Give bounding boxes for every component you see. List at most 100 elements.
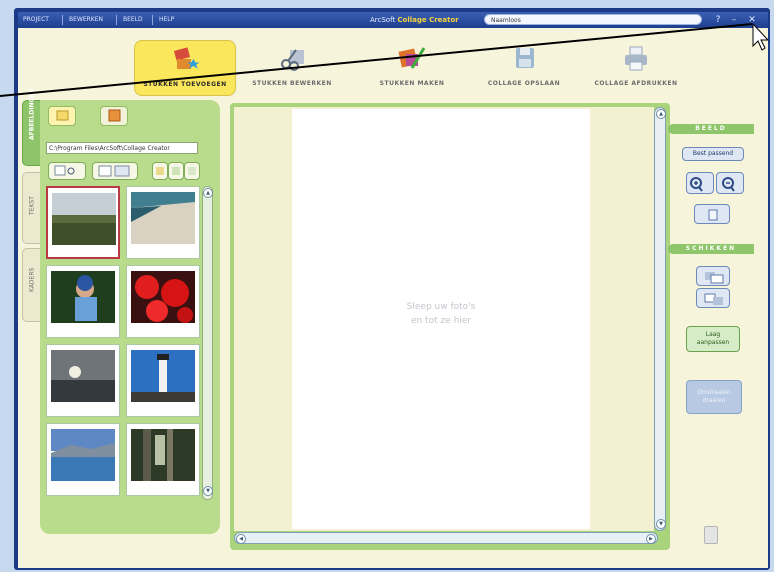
mountain-lake-photo bbox=[51, 429, 115, 481]
zoom-out-icon bbox=[722, 177, 735, 192]
tool-label: COLLAGE OPSLAAN bbox=[487, 80, 561, 87]
grid-medium-icon bbox=[172, 167, 180, 175]
menu-project[interactable]: PROJECT bbox=[20, 14, 52, 26]
scroll-up-arrow[interactable]: ▲ bbox=[656, 109, 666, 119]
actual-size-icon bbox=[708, 209, 718, 221]
app-title-product: Collage Creator bbox=[397, 16, 459, 24]
thumbnail[interactable] bbox=[126, 344, 200, 417]
title-bar: PROJECT BEWERKEN BEELD HELP ArcSoft Coll… bbox=[18, 12, 768, 28]
drop-hint-line: Sleep uw foto's bbox=[406, 302, 476, 312]
medium-thumbnails-button[interactable] bbox=[168, 162, 184, 180]
edit-pieces-icon bbox=[281, 49, 304, 71]
grid-small-icon bbox=[188, 167, 196, 175]
scroll-left-arrow[interactable]: ◀ bbox=[236, 534, 246, 544]
forest-photo bbox=[131, 429, 195, 481]
grid-large-icon bbox=[156, 167, 164, 175]
menu-help[interactable]: HELP bbox=[156, 14, 177, 26]
drop-hint-line: en tot ze hier bbox=[410, 316, 472, 326]
child-photo bbox=[51, 271, 115, 323]
thumbnail-scrollbar[interactable]: ▲ ▼ bbox=[202, 186, 213, 500]
thumbnail[interactable] bbox=[46, 344, 120, 417]
save-collage-icon bbox=[516, 48, 534, 68]
large-thumbnails-button[interactable] bbox=[152, 162, 168, 180]
thumbnail[interactable] bbox=[46, 265, 120, 338]
tool-add-pieces[interactable]: STUKKEN TOEVOEGEN bbox=[134, 40, 236, 96]
app-title-brand: ArcSoft bbox=[370, 16, 396, 24]
thumbnail[interactable] bbox=[126, 265, 200, 338]
zoom-buttons bbox=[686, 172, 714, 194]
tab-kaders[interactable]: KADERS bbox=[22, 248, 42, 322]
flip-rotate-button[interactable]: Omdraaien draaien bbox=[686, 380, 742, 414]
folder-icon bbox=[56, 110, 69, 121]
tool-label: STUKKEN TOEVOEGEN bbox=[143, 81, 227, 88]
album-icon bbox=[108, 109, 121, 122]
lighthouse-photo bbox=[131, 350, 195, 402]
menu-beeld[interactable]: BEELD bbox=[120, 14, 146, 26]
flip-rotate-label-1: Omdraaien bbox=[697, 389, 731, 396]
canvas-vertical-scrollbar[interactable]: ▲ ▼ bbox=[654, 107, 666, 531]
zoom-in-icon[interactable] bbox=[687, 173, 715, 195]
scroll-right-arrow[interactable]: ▶ bbox=[646, 534, 656, 544]
browse-button[interactable] bbox=[48, 162, 86, 180]
thumbnail-grid bbox=[46, 186, 200, 498]
image-browser-panel: C:\Program Files\ArcSoft\Collage Creator bbox=[40, 100, 220, 534]
tool-make-pieces[interactable]: STUKKEN MAKEN bbox=[362, 40, 462, 94]
zoom-out-button[interactable] bbox=[716, 172, 744, 194]
scroll-down-arrow[interactable]: ▼ bbox=[203, 486, 213, 496]
send-backward-icon bbox=[704, 293, 723, 305]
menu-bewerken[interactable]: BEWERKEN bbox=[66, 14, 106, 26]
print-collage-icon bbox=[625, 46, 647, 71]
adjust-layer-label-1: Laag bbox=[705, 331, 721, 338]
project-name-field[interactable]: Naamloos bbox=[484, 14, 702, 25]
thumbnail[interactable] bbox=[126, 186, 200, 259]
send-backward-button[interactable] bbox=[696, 288, 730, 308]
beach-photo bbox=[131, 192, 195, 244]
import-button[interactable] bbox=[92, 162, 138, 180]
thumbnail[interactable] bbox=[46, 423, 120, 496]
tool-edit-pieces[interactable]: STUKKEN BEWERKEN bbox=[242, 40, 342, 94]
magnifier-icon bbox=[54, 165, 75, 176]
trash-icon[interactable] bbox=[704, 526, 718, 544]
best-fit-label: Best passend bbox=[692, 150, 734, 157]
menu-separator bbox=[152, 15, 153, 25]
tab-label: KADERS bbox=[28, 267, 36, 292]
adjust-layer-button[interactable]: Laag aanpassen bbox=[686, 326, 740, 352]
close-button[interactable]: ✕ bbox=[746, 14, 758, 26]
bring-forward-icon bbox=[705, 272, 724, 284]
folder-view-button[interactable] bbox=[48, 106, 76, 126]
menu-separator bbox=[116, 15, 117, 25]
arrange-section-title: SCHIKKEN bbox=[668, 244, 754, 254]
tool-label: STUKKEN BEWERKEN bbox=[252, 80, 332, 87]
tab-afbeeldingen[interactable]: AFBEELDINGEN bbox=[22, 88, 42, 166]
menu-separator bbox=[62, 15, 63, 25]
small-thumbnails-button[interactable] bbox=[184, 162, 200, 180]
view-section-title: BEELD bbox=[668, 124, 754, 134]
thumbnail[interactable] bbox=[126, 423, 200, 496]
app-window: PROJECT BEWERKEN BEELD HELP ArcSoft Coll… bbox=[18, 12, 768, 568]
red-flowers-photo bbox=[131, 271, 195, 323]
tab-tekst[interactable]: TEKST bbox=[22, 172, 42, 244]
tool-print-collage[interactable]: COLLAGE AFDRUKKEN bbox=[586, 40, 686, 94]
thumbnail[interactable] bbox=[46, 186, 120, 259]
bring-forward-button[interactable] bbox=[696, 266, 730, 286]
tool-save-collage[interactable]: COLLAGE OPSLAAN bbox=[474, 40, 574, 94]
tool-label: COLLAGE AFDRUKKEN bbox=[594, 80, 678, 87]
scroll-down-arrow[interactable]: ▼ bbox=[656, 519, 666, 529]
help-button[interactable]: ? bbox=[712, 14, 724, 26]
flip-rotate-label-2: draaien bbox=[702, 397, 726, 404]
import-icon bbox=[98, 165, 130, 177]
drop-hint: Sleep uw foto's en tot ze hier bbox=[368, 300, 514, 328]
tab-label: TEKST bbox=[28, 196, 36, 215]
folder-path-field[interactable]: C:\Program Files\ArcSoft\Collage Creator bbox=[46, 142, 198, 154]
minimize-button[interactable]: – bbox=[728, 14, 740, 26]
best-fit-button[interactable]: Best passend bbox=[682, 147, 744, 161]
make-pieces-icon bbox=[398, 47, 426, 69]
canvas-horizontal-scrollbar[interactable]: ◀ ▶ bbox=[234, 532, 658, 544]
sunset-photo bbox=[51, 350, 115, 402]
adjust-layer-label-2: aanpassen bbox=[696, 339, 730, 346]
scroll-up-arrow[interactable]: ▲ bbox=[203, 188, 213, 198]
album-view-button[interactable] bbox=[100, 106, 128, 126]
actual-size-button[interactable] bbox=[694, 204, 730, 224]
app-title: ArcSoft Collage Creator bbox=[370, 13, 459, 27]
tab-label: AFBEELDINGEN bbox=[28, 88, 36, 140]
